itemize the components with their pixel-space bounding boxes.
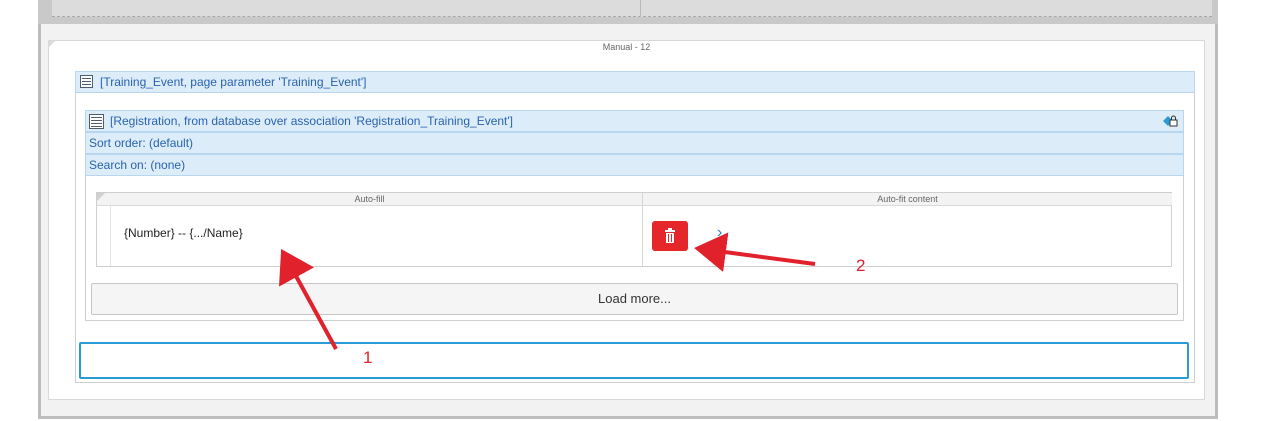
annotation-arrow-2 bbox=[694, 232, 816, 272]
annotation-layer bbox=[279, 232, 816, 350]
annotation-label-1: 1 bbox=[363, 348, 373, 367]
annotation-arrow-1 bbox=[279, 248, 338, 350]
annotation-label-2: 2 bbox=[856, 256, 866, 275]
